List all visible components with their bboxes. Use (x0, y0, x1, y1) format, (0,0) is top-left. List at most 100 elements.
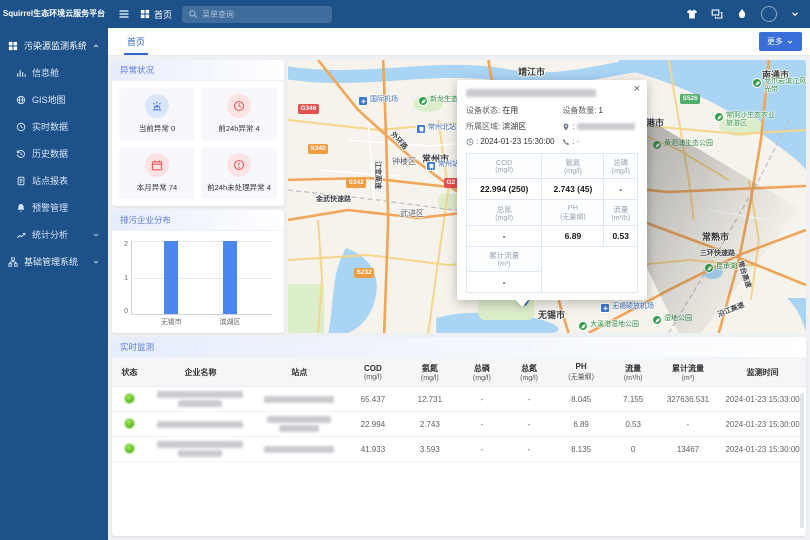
popup-info-label: : (572, 137, 574, 146)
panel-title: 异常状况 (112, 60, 284, 81)
column-unit: (mg/l) (507, 375, 550, 382)
popup-value-cell: 0.53 (604, 226, 638, 247)
park-marker-icon (578, 321, 588, 331)
x-tick-label: 无锡市 (161, 317, 182, 327)
theme-skin-icon[interactable] (686, 8, 698, 20)
y-tick-label: 0 (118, 308, 128, 315)
popup-col-header: 总氮(mg/l) (467, 200, 542, 226)
poi-label: 国际机场 (370, 96, 398, 104)
popup-col-unit: (mg/l) (606, 168, 635, 175)
map[interactable]: 靖江市南通市张家港市常州市常熟市无锡市钟楼区武进区滨湖区金武快速路三环快速路沿江… (288, 60, 806, 333)
sidebar-item-基础管理系统[interactable]: 基础管理系统 (0, 248, 108, 275)
redacted-text (267, 416, 331, 423)
excl-icon (233, 159, 245, 171)
status-dot-green (125, 394, 134, 403)
tab-bar: 首页 更多 (108, 28, 810, 56)
map-poi-transit: 国际机场 (358, 96, 398, 106)
road-shield: S340 (308, 144, 328, 154)
abnormal-stat-card: 本月异常 74 (119, 147, 195, 200)
multi-screen-icon[interactable] (711, 8, 723, 20)
popup-col-header: 氨氮(mg/l) (542, 154, 604, 179)
train-icon (428, 163, 435, 170)
table-row[interactable]: 41.9333.593--8.1350134672024-01-23 15:30… (112, 437, 806, 462)
more-button[interactable]: 更多 (759, 32, 802, 51)
x-tick-label: 滨湖区 (220, 317, 241, 327)
realtime-table-scroll: 状态企业名称站点COD(mg/l)氨氮(mg/l)总磷(mg/l)总氮(mg/l… (112, 358, 806, 536)
park-marker-icon (652, 140, 662, 150)
train-marker-icon (416, 124, 426, 134)
stat-label: 前24h异常 4 (218, 123, 259, 134)
table-scrollbar[interactable] (800, 393, 804, 528)
abnormal-stat-card: 前24h异常 4 (201, 88, 277, 141)
sidebar-group-pollution-monitor[interactable]: 污染源监测系统 (0, 32, 108, 59)
dashboard-content: 异常状况 当前异常 0前24h异常 4本月异常 74前24h未处理异常 4 排污… (108, 56, 810, 540)
breadcrumb[interactable]: 首页 (140, 8, 172, 21)
popup-metrics-table: COD(mg/l)氨氮(mg/l)总磷(mg/l)22.994 (250)2.7… (466, 153, 638, 293)
main-area: 首页 首页 更多 (108, 0, 810, 540)
column-header-COD: COD(mg/l) (344, 358, 401, 387)
poi-label: 昆承湖 (716, 263, 737, 271)
company-cell (147, 412, 255, 437)
table-row[interactable]: 22.9942.743--6.890.53-2024-01-23 15:30:0… (112, 412, 806, 437)
sidebar-item-GIS地图[interactable]: GIS地图 (0, 86, 108, 113)
chevron-down-icon (786, 38, 794, 46)
road-shield: S526 (680, 94, 700, 104)
map-city-label: 常熟市 (702, 230, 729, 243)
poi-label: 黄泗浦生态公园 (664, 140, 713, 148)
redacted-text (264, 396, 334, 403)
popup-value-cell: - (604, 179, 638, 200)
column-unit: (无量纲) (555, 372, 608, 382)
value-cell: 2024-01-23 15:33:00 (719, 387, 806, 412)
breadcrumb-label: 首页 (154, 8, 172, 21)
sidebar-item-统计分析[interactable]: 统计分析 (0, 221, 108, 248)
leaf-icon (654, 142, 661, 149)
close-icon[interactable]: × (634, 84, 640, 95)
map-poi-green: 黄泗浦生态公园 (652, 140, 713, 150)
bars-icon (16, 68, 26, 78)
popup-info-item: : 2024-01-23 15:30:00 (466, 137, 562, 146)
value-cell: - (505, 437, 552, 462)
popup-col-unit: (mg/l) (469, 167, 539, 174)
sidebar-item-预警管理[interactable]: 预警管理 (0, 194, 108, 221)
clock-icon (16, 122, 26, 132)
popup-info-label: 设备数量: (562, 105, 596, 116)
column-header-流量: 流量(m³/h) (610, 358, 657, 387)
plane-marker-icon (358, 96, 368, 106)
chevron-down-icon (92, 231, 100, 239)
table-row[interactable]: 65.43712.731--8.0457.155327636.5312024-0… (112, 387, 806, 412)
popup-value-cell: 2.743 (45) (542, 179, 604, 200)
sidebar-item-实时数据[interactable]: 实时数据 (0, 113, 108, 140)
station-cell (254, 437, 344, 462)
map-road-label: 外环路 (388, 130, 409, 152)
popup-col-unit: (m³/h) (606, 215, 635, 222)
sidebar: Squirrel生态环境云服务平台 污染源监测系统 信息舱GIS地图实时数据历史… (0, 0, 108, 540)
chevron-up-icon (92, 42, 100, 50)
user-avatar[interactable] (761, 6, 777, 22)
sidebar-item-历史数据[interactable]: 历史数据 (0, 140, 108, 167)
status-cell (112, 387, 147, 412)
redacted-text (157, 421, 243, 428)
siren-icon (151, 100, 163, 112)
column-header-总氮: 总氮(mg/l) (505, 358, 552, 387)
popup-col-header: COD(mg/l) (467, 154, 542, 179)
menu-search-input[interactable] (202, 10, 326, 19)
popup-info-label: : (476, 137, 478, 146)
chevron-down-icon[interactable] (790, 9, 800, 19)
popup-info-item: : · (562, 137, 638, 146)
value-cell: 65.437 (344, 387, 401, 412)
flame-icon[interactable] (736, 8, 748, 20)
hamburger-menu-icon[interactable] (118, 8, 130, 20)
value-cell: - (505, 387, 552, 412)
tab-home[interactable]: 首页 (124, 28, 148, 55)
road-shield: G2 (444, 178, 458, 188)
road-shield: S342 (346, 178, 366, 188)
popup-col-header: 累计流量(m³) (467, 247, 542, 272)
status-cell (112, 412, 147, 437)
column-unit: (mg/l) (403, 375, 456, 382)
sidebar-item-站点报表[interactable]: 站点报表 (0, 167, 108, 194)
sidebar-item-信息舱[interactable]: 信息舱 (0, 59, 108, 86)
station-cell (254, 412, 344, 437)
map-poi-transit: 无锡硕放机场 (600, 303, 654, 313)
road-shield: S232 (354, 268, 374, 278)
leaf-icon (706, 265, 713, 272)
